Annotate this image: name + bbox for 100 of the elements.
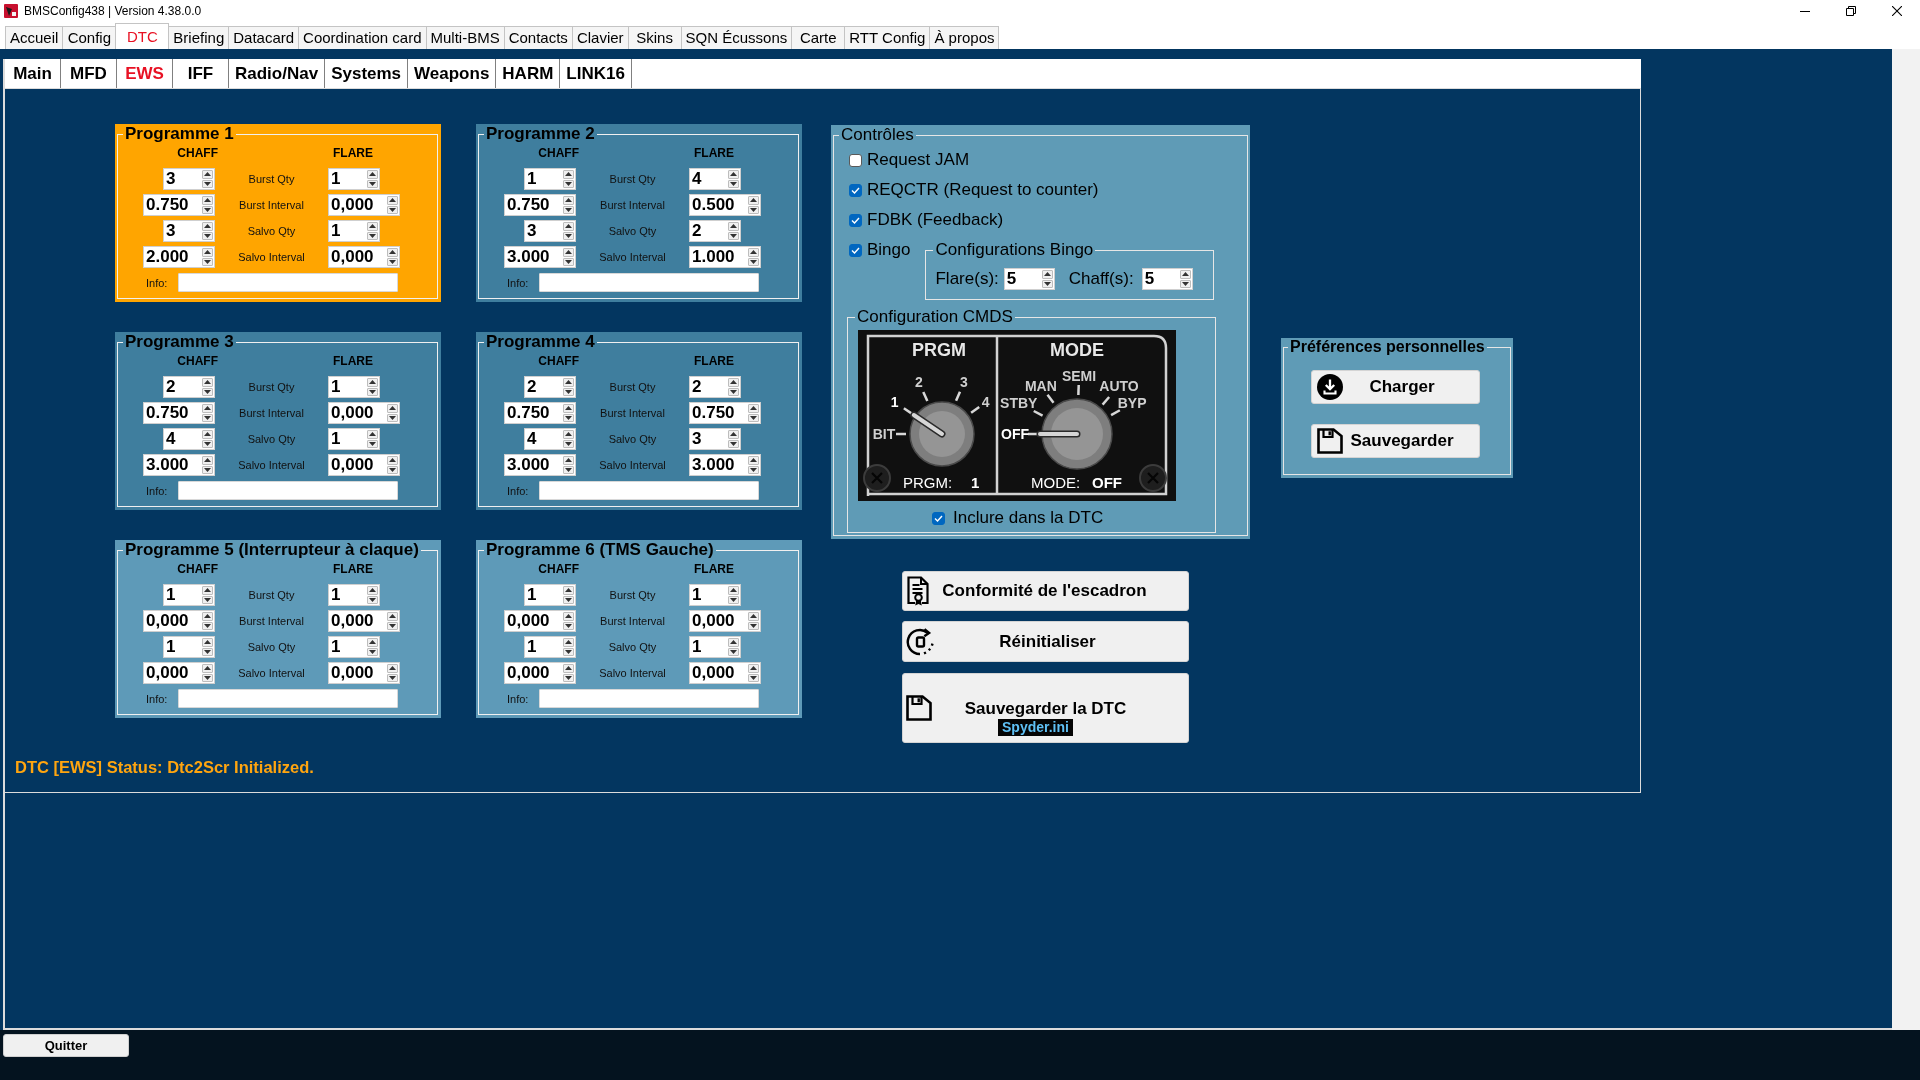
number-spinner[interactable]: 1 [328, 636, 380, 658]
spin-up-button[interactable] [387, 456, 398, 465]
tab[interactable]: Coordination card [298, 26, 427, 49]
spin-down-button[interactable] [748, 621, 759, 630]
spin-down-button[interactable] [202, 595, 213, 604]
spin-up-button[interactable] [563, 248, 574, 257]
tab[interactable]: Multi-BMS [425, 26, 505, 49]
number-spinner[interactable]: 3 [163, 220, 215, 242]
number-spinner[interactable]: 1 [328, 584, 380, 606]
number-spinner[interactable]: 0.750 [689, 402, 761, 424]
info-field[interactable] [178, 481, 398, 500]
tab[interactable]: Briefing [168, 26, 230, 49]
number-spinner[interactable]: 2 [163, 376, 215, 398]
spin-down-button[interactable] [202, 465, 213, 474]
number-spinner[interactable]: 0,000 [328, 194, 400, 216]
reset-button[interactable]: Réinitialiser [902, 621, 1189, 662]
spin-down-button[interactable] [367, 439, 378, 448]
tab[interactable]: Carte [791, 26, 846, 49]
number-spinner[interactable]: 0,000 [504, 662, 576, 684]
spin-up-button[interactable] [367, 170, 378, 179]
spin-up-button[interactable] [387, 196, 398, 205]
info-field[interactable] [539, 481, 759, 500]
spin-up-button[interactable] [563, 222, 574, 231]
number-spinner[interactable]: 1 [163, 636, 215, 658]
spin-up-button[interactable] [563, 638, 574, 647]
spin-up-button[interactable] [563, 586, 574, 595]
number-spinner[interactable]: 4 [689, 168, 741, 190]
number-spinner[interactable]: 1 [524, 584, 576, 606]
number-spinner[interactable]: 4 [524, 428, 576, 450]
spin-down-button[interactable] [202, 621, 213, 630]
spin-up-button[interactable] [728, 170, 739, 179]
spin-down-button[interactable] [563, 205, 574, 214]
sub-tab[interactable]: IFF [173, 59, 229, 88]
number-spinner[interactable]: 0.750 [143, 194, 215, 216]
spin-up-button[interactable] [728, 430, 739, 439]
spin-up-button[interactable] [367, 378, 378, 387]
spin-down-button[interactable] [728, 387, 739, 396]
spin-down-button[interactable] [563, 179, 574, 188]
load-button[interactable]: Charger [1311, 370, 1480, 404]
spin-up-button[interactable] [202, 196, 213, 205]
quit-button[interactable]: Quitter [3, 1034, 129, 1057]
spin-down-button[interactable] [563, 673, 574, 682]
number-spinner[interactable]: 0.750 [504, 194, 576, 216]
number-spinner[interactable]: 5 [1003, 268, 1055, 290]
spin-down-button[interactable] [387, 413, 398, 422]
spin-up-button[interactable] [387, 248, 398, 257]
spin-down-button[interactable] [748, 465, 759, 474]
checkbox[interactable] [932, 511, 945, 525]
spin-down-button[interactable] [367, 231, 378, 240]
spin-down-button[interactable] [367, 179, 378, 188]
number-spinner[interactable]: 0.750 [504, 402, 576, 424]
spin-up-button[interactable] [748, 248, 759, 257]
spin-up-button[interactable] [1041, 270, 1053, 279]
number-spinner[interactable]: 3.000 [689, 454, 761, 476]
spin-down-button[interactable] [387, 621, 398, 630]
spin-down-button[interactable] [563, 257, 574, 266]
number-spinner[interactable]: 2 [689, 220, 741, 242]
tab[interactable]: Contacts [503, 26, 573, 49]
number-spinner[interactable]: 3.000 [504, 246, 576, 268]
spin-up-button[interactable] [728, 586, 739, 595]
spin-up-button[interactable] [748, 664, 759, 673]
spin-down-button[interactable] [748, 673, 759, 682]
number-spinner[interactable]: 0,000 [143, 662, 215, 684]
spin-down-button[interactable] [367, 595, 378, 604]
spin-down-button[interactable] [387, 257, 398, 266]
number-spinner[interactable]: 1 [328, 376, 380, 398]
tab[interactable]: Config [62, 26, 117, 49]
spin-up-button[interactable] [202, 586, 213, 595]
number-spinner[interactable]: 0,000 [689, 662, 761, 684]
spin-down-button[interactable] [387, 673, 398, 682]
number-spinner[interactable]: 1 [689, 584, 741, 606]
spin-up-button[interactable] [563, 378, 574, 387]
spin-down-button[interactable] [563, 621, 574, 630]
spin-down-button[interactable] [202, 231, 213, 240]
spin-up-button[interactable] [202, 638, 213, 647]
spin-down-button[interactable] [202, 647, 213, 656]
tab[interactable]: Clavier [571, 26, 629, 49]
spin-down-button[interactable] [367, 647, 378, 656]
number-spinner[interactable]: 1 [524, 168, 576, 190]
spin-up-button[interactable] [728, 222, 739, 231]
number-spinner[interactable]: 0,000 [328, 454, 400, 476]
spin-down-button[interactable] [563, 647, 574, 656]
spin-down-button[interactable] [387, 465, 398, 474]
spin-down-button[interactable] [728, 439, 739, 448]
checkbox[interactable] [849, 213, 862, 227]
number-spinner[interactable]: 3 [689, 428, 741, 450]
spin-down-button[interactable] [563, 595, 574, 604]
save-button[interactable]: Sauvegarder [1311, 424, 1480, 458]
number-spinner[interactable]: 3 [524, 220, 576, 242]
spin-up-button[interactable] [387, 404, 398, 413]
number-spinner[interactable]: 1.000 [689, 246, 761, 268]
spin-down-button[interactable] [748, 413, 759, 422]
sub-tab[interactable]: Weapons [408, 59, 497, 88]
info-field[interactable] [539, 273, 759, 292]
tab[interactable]: À propos [929, 26, 1000, 49]
sub-tab[interactable]: HARM [496, 59, 561, 88]
spin-down-button[interactable] [728, 647, 739, 656]
spin-up-button[interactable] [387, 612, 398, 621]
number-spinner[interactable]: 0,000 [328, 246, 400, 268]
spin-up-button[interactable] [563, 664, 574, 673]
